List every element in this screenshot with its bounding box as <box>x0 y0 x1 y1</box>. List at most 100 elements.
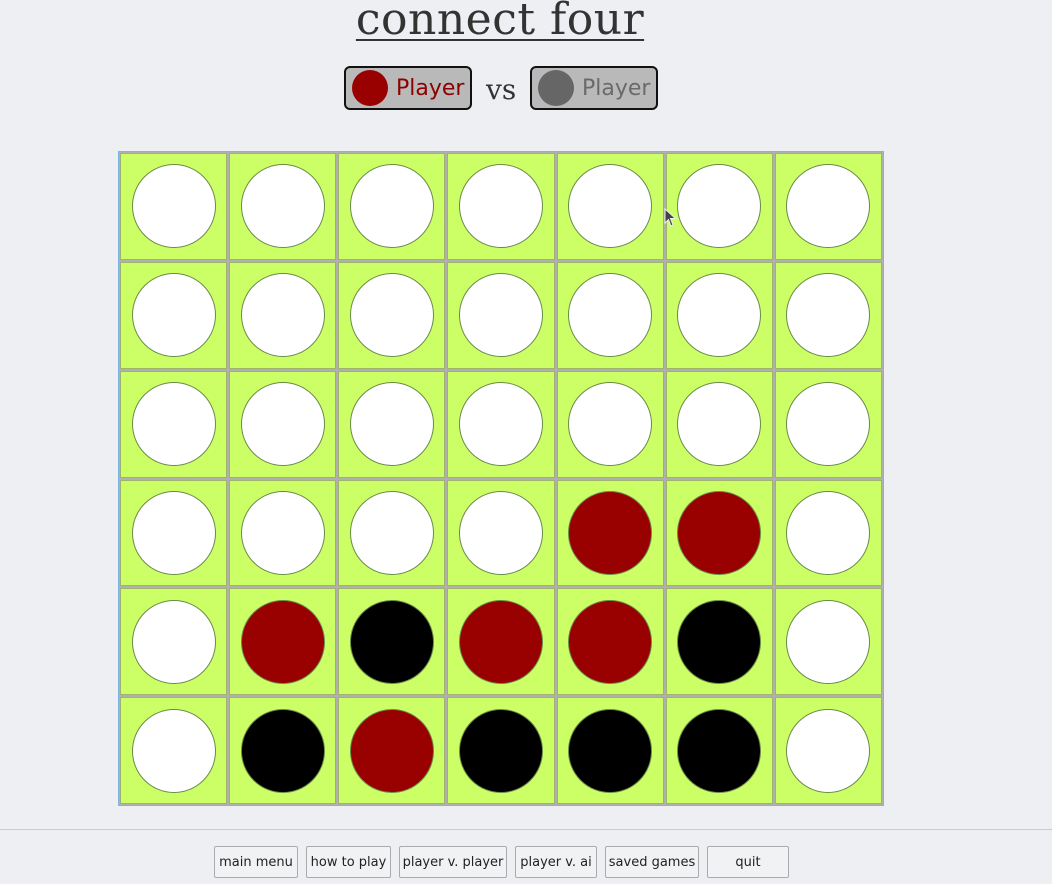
black-disc <box>458 708 543 793</box>
black-disc <box>568 708 653 793</box>
player-v-ai-button[interactable]: player v. ai <box>515 846 597 878</box>
black-disc <box>240 708 325 793</box>
quit-button[interactable]: quit <box>707 846 789 878</box>
board-cell-r6-c3[interactable] <box>338 697 446 804</box>
player-one-disc-icon <box>352 70 388 106</box>
empty-slot <box>131 382 216 467</box>
red-disc <box>240 599 325 684</box>
saved-games-button[interactable]: saved games <box>605 846 699 878</box>
mouse-cursor-icon <box>664 208 677 227</box>
game-window: connect four Player vs Player main menu h… <box>0 0 1052 884</box>
board-cell-r2-c7[interactable] <box>774 261 882 369</box>
board-cell-r3-c4[interactable] <box>447 370 555 478</box>
board-cell-r2-c5[interactable] <box>556 261 664 369</box>
bottom-menu-bar: main menu how to play player v. player play… <box>0 846 1052 878</box>
red-disc <box>349 708 434 793</box>
red-disc <box>458 599 543 684</box>
board-cell-r3-c3[interactable] <box>338 370 446 478</box>
board-cell-r6-c5[interactable] <box>556 697 664 804</box>
empty-slot <box>240 164 325 249</box>
board-cell-r5-c3[interactable] <box>338 588 446 696</box>
player-v-player-button[interactable]: player v. player <box>399 846 507 878</box>
board-cell-r4-c1[interactable] <box>120 479 228 587</box>
game-board <box>118 151 884 806</box>
empty-slot <box>349 273 434 358</box>
empty-slot <box>786 599 871 684</box>
empty-slot <box>349 164 434 249</box>
board-cell-r3-c6[interactable] <box>665 370 773 478</box>
board-cell-r5-c1[interactable] <box>120 588 228 696</box>
board-cell-r3-c1[interactable] <box>120 370 228 478</box>
board-cell-r1-c7[interactable] <box>774 153 882 260</box>
board-cell-r5-c4[interactable] <box>447 588 555 696</box>
board-cell-r1-c2[interactable] <box>229 153 337 260</box>
board-cell-r2-c1[interactable] <box>120 261 228 369</box>
board-cell-r5-c6[interactable] <box>665 588 773 696</box>
board-cell-r4-c7[interactable] <box>774 479 882 587</box>
how-to-play-button[interactable]: how to play <box>306 846 391 878</box>
board-cell-r2-c4[interactable] <box>447 261 555 369</box>
board-cell-r3-c5[interactable] <box>556 370 664 478</box>
empty-slot <box>786 273 871 358</box>
board-cell-r1-c6[interactable] <box>665 153 773 260</box>
player-two-indicator: Player <box>530 66 658 110</box>
empty-slot <box>568 164 653 249</box>
empty-slot <box>349 382 434 467</box>
black-disc <box>677 708 762 793</box>
board-cell-r2-c6[interactable] <box>665 261 773 369</box>
board-cell-r4-c5[interactable] <box>556 479 664 587</box>
empty-slot <box>458 273 543 358</box>
empty-slot <box>568 382 653 467</box>
board-cell-r4-c6[interactable] <box>665 479 773 587</box>
board-cell-r1-c5[interactable] <box>556 153 664 260</box>
menu-divider <box>0 829 1052 830</box>
empty-slot <box>458 382 543 467</box>
board-cell-r3-c7[interactable] <box>774 370 882 478</box>
empty-slot <box>458 164 543 249</box>
board-cell-r1-c4[interactable] <box>447 153 555 260</box>
red-disc <box>568 599 653 684</box>
board-cell-r5-c5[interactable] <box>556 588 664 696</box>
board-cell-r5-c2[interactable] <box>229 588 337 696</box>
board-cell-r6-c1[interactable] <box>120 697 228 804</box>
empty-slot <box>349 490 434 575</box>
board-cell-r6-c4[interactable] <box>447 697 555 804</box>
player-two-label: Player <box>582 75 651 101</box>
empty-slot <box>131 164 216 249</box>
player-one-label: Player <box>396 75 465 101</box>
empty-slot <box>240 273 325 358</box>
empty-slot <box>677 273 762 358</box>
board-cell-r4-c3[interactable] <box>338 479 446 587</box>
board-cell-r6-c7[interactable] <box>774 697 882 804</box>
empty-slot <box>786 490 871 575</box>
board-cell-r2-c3[interactable] <box>338 261 446 369</box>
empty-slot <box>786 708 871 793</box>
empty-slot <box>458 490 543 575</box>
black-disc <box>349 599 434 684</box>
red-disc <box>677 490 762 575</box>
board-cell-r6-c2[interactable] <box>229 697 337 804</box>
board-cell-r4-c4[interactable] <box>447 479 555 587</box>
board-cell-r6-c6[interactable] <box>665 697 773 804</box>
board-cell-r5-c7[interactable] <box>774 588 882 696</box>
versus-label: vs <box>486 73 517 106</box>
empty-slot <box>240 382 325 467</box>
player-one-indicator: Player <box>344 66 472 110</box>
empty-slot <box>131 273 216 358</box>
main-menu-button[interactable]: main menu <box>214 846 298 878</box>
board-cell-r1-c3[interactable] <box>338 153 446 260</box>
empty-slot <box>786 382 871 467</box>
board-cell-r3-c2[interactable] <box>229 370 337 478</box>
empty-slot <box>131 599 216 684</box>
board-cell-r1-c1[interactable] <box>120 153 228 260</box>
empty-slot <box>131 708 216 793</box>
board-cell-r2-c2[interactable] <box>229 261 337 369</box>
empty-slot <box>677 164 762 249</box>
page-title: connect four <box>355 0 645 45</box>
black-disc <box>677 599 762 684</box>
board-cell-r4-c2[interactable] <box>229 479 337 587</box>
empty-slot <box>131 490 216 575</box>
red-disc <box>568 490 653 575</box>
empty-slot <box>786 164 871 249</box>
empty-slot <box>568 273 653 358</box>
